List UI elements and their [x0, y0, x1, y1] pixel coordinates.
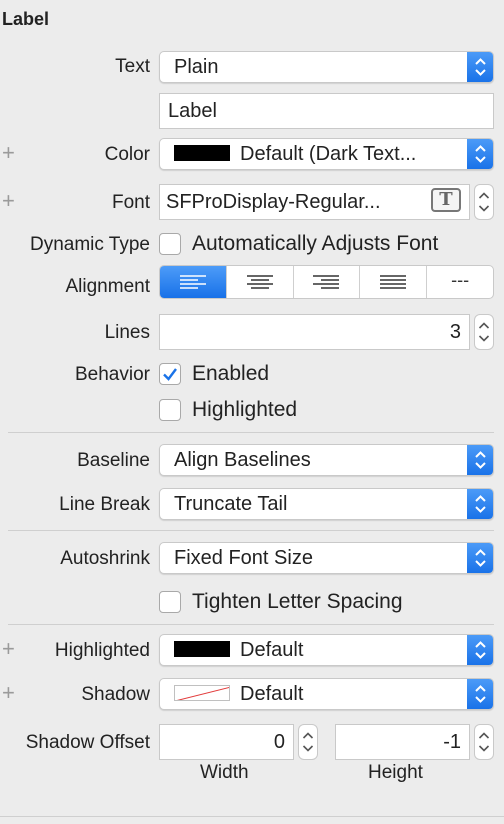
highlighted-color-swatch — [174, 640, 230, 657]
text-type-popup[interactable]: Plain — [159, 51, 494, 83]
chevron-updown-icon — [467, 445, 493, 475]
align-justified-button[interactable] — [359, 266, 426, 298]
alignment-segmented-control[interactable]: --- — [159, 265, 494, 299]
enabled-label: Enabled — [192, 362, 270, 385]
font-picker-icon[interactable]: T — [431, 188, 461, 212]
font-label: Font — [111, 192, 150, 213]
add-variation-highlighted-icon[interactable]: + — [2, 638, 15, 660]
dynamic-type-label: Dynamic Type — [29, 234, 150, 255]
color-popup[interactable]: Default (Dark Text... — [159, 138, 494, 170]
shadow-label: Shadow — [81, 684, 150, 705]
text-label: Text — [115, 56, 150, 77]
lines-label: Lines — [104, 322, 150, 343]
add-variation-font-icon[interactable]: + — [2, 190, 15, 212]
baseline-popup[interactable]: Align Baselines — [159, 444, 494, 476]
font-field[interactable]: SFProDisplay-Regular... T — [159, 184, 470, 220]
line-break-popup[interactable]: Truncate Tail — [159, 488, 494, 520]
autoshrink-value: Fixed Font Size — [174, 547, 313, 569]
alignment-label: Alignment — [65, 276, 151, 297]
natural-align-glyph: --- — [451, 270, 470, 290]
shadow-offset-width-stepper[interactable] — [298, 724, 318, 760]
divider — [8, 530, 494, 531]
baseline-value: Align Baselines — [174, 449, 311, 471]
adjusts-font-label: Automatically Adjusts Font — [192, 232, 439, 255]
section-title: Label — [2, 9, 50, 29]
baseline-label: Baseline — [77, 450, 150, 471]
chevron-updown-icon — [467, 52, 493, 82]
autoshrink-label: Autoshrink — [60, 548, 150, 569]
text-type-value: Plain — [174, 56, 219, 78]
line-break-label: Line Break — [59, 494, 150, 515]
divider — [8, 624, 494, 625]
add-variation-color-icon[interactable]: + — [2, 142, 15, 164]
adjusts-font-checkbox[interactable] — [159, 233, 181, 255]
divider — [0, 816, 504, 817]
add-variation-shadow-icon[interactable]: + — [2, 682, 15, 704]
enabled-checkbox[interactable] — [159, 363, 181, 385]
divider — [8, 432, 494, 433]
lines-field[interactable]: 3 — [159, 314, 470, 350]
font-value: SFProDisplay-Regular... — [166, 191, 381, 213]
color-value: Default (Dark Text... — [240, 143, 417, 165]
align-left-button[interactable] — [160, 266, 226, 298]
shadow-color-value: Default — [240, 683, 304, 705]
highlighted-color-label: Highlighted — [54, 640, 150, 661]
shadow-color-popup[interactable]: Default — [159, 678, 494, 710]
chevron-updown-icon — [467, 635, 493, 665]
text-content-field[interactable]: Label — [159, 93, 494, 129]
tighten-spacing-checkbox[interactable] — [159, 591, 181, 613]
highlighted-color-value: Default — [240, 639, 304, 661]
shadow-offset-label: Shadow Offset — [25, 732, 150, 753]
color-swatch — [174, 144, 230, 161]
tighten-spacing-label: Tighten Letter Spacing — [192, 590, 403, 613]
align-natural-button[interactable]: --- — [426, 266, 493, 298]
autoshrink-popup[interactable]: Fixed Font Size — [159, 542, 494, 574]
align-center-button[interactable] — [225, 266, 293, 298]
shadow-offset-height-stepper[interactable] — [474, 724, 494, 760]
shadow-offset-height-field[interactable]: -1 — [335, 724, 470, 760]
chevron-updown-icon — [467, 543, 493, 573]
checkmark-icon — [163, 368, 177, 381]
line-break-value: Truncate Tail — [174, 493, 288, 515]
highlighted-checkbox[interactable] — [159, 399, 181, 421]
width-caption: Width — [200, 762, 249, 783]
lines-stepper[interactable] — [474, 314, 494, 350]
clear-color-swatch — [174, 684, 230, 701]
chevron-updown-icon — [467, 139, 493, 169]
font-size-stepper[interactable] — [474, 184, 494, 220]
behavior-label: Behavior — [75, 364, 150, 385]
height-caption: Height — [368, 762, 423, 783]
align-right-button[interactable] — [292, 266, 360, 298]
highlighted-checkbox-label: Highlighted — [192, 398, 298, 421]
color-label: Color — [104, 144, 150, 165]
chevron-updown-icon — [467, 489, 493, 519]
chevron-updown-icon — [467, 679, 493, 709]
highlighted-color-popup[interactable]: Default — [159, 634, 494, 666]
shadow-offset-width-field[interactable]: 0 — [159, 724, 294, 760]
